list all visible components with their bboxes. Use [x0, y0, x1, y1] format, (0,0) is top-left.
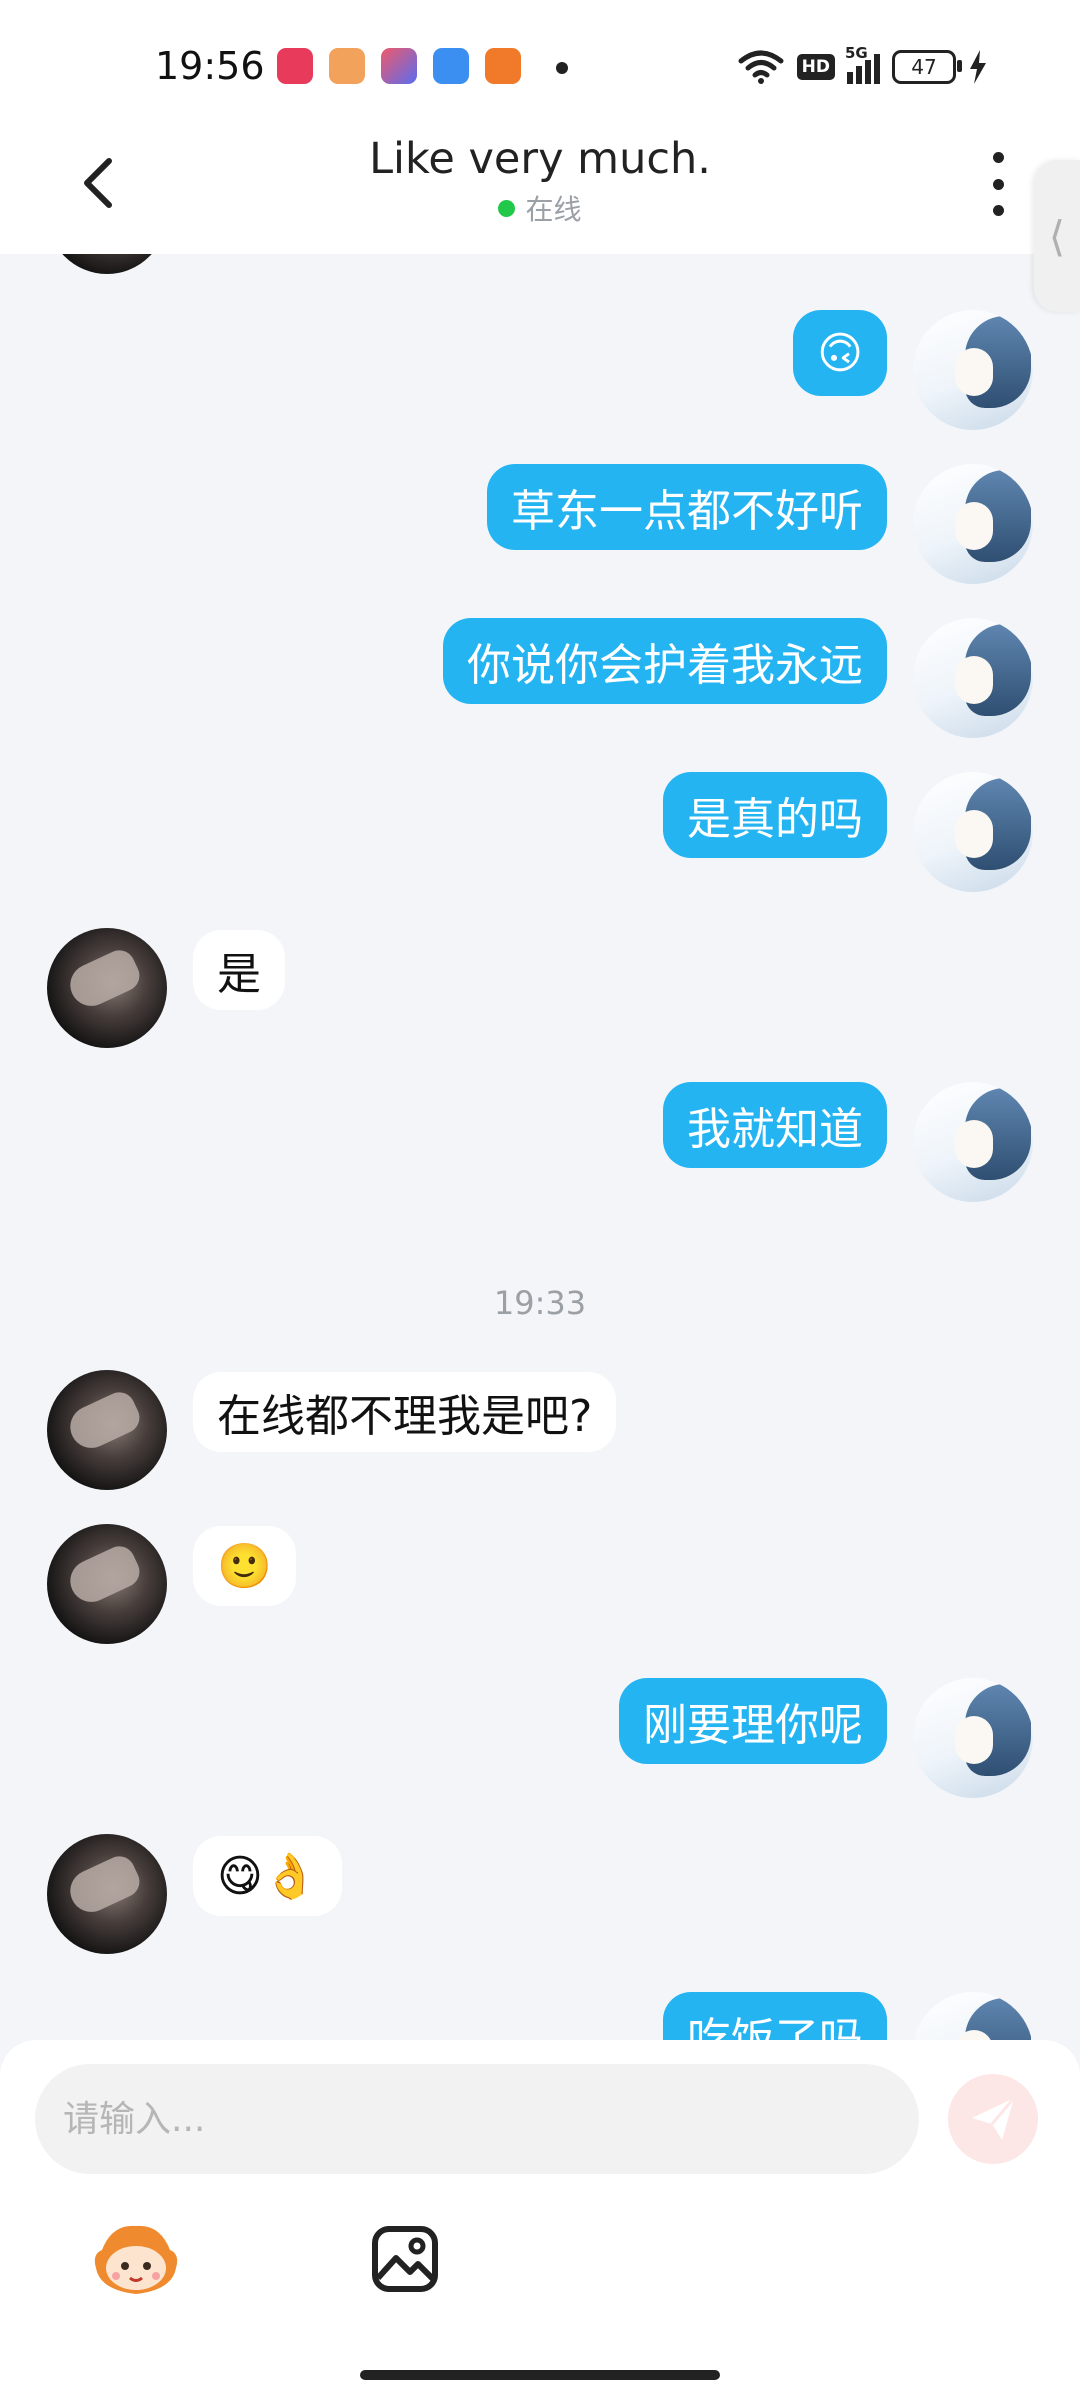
contact-avatar[interactable]: [47, 928, 167, 1048]
message-timestamp: 19:33: [493, 1284, 587, 1322]
received-message-bubble[interactable]: 😋👌: [193, 1836, 342, 1916]
charging-icon: [970, 50, 986, 84]
online-status-text: 在线: [525, 193, 582, 226]
more-dot-icon: [992, 178, 1004, 190]
tools-app-icon: [381, 48, 417, 84]
my-avatar[interactable]: [913, 464, 1033, 584]
more-dot-icon: [992, 205, 1004, 216]
my-avatar[interactable]: [913, 1992, 1033, 2040]
received-message-bubble[interactable]: 🙂: [193, 1526, 296, 1606]
wifi-icon: [738, 50, 784, 84]
message-input[interactable]: [35, 2064, 919, 2174]
my-avatar[interactable]: [913, 618, 1033, 738]
my-avatar[interactable]: [913, 1678, 1033, 1798]
sent-message-bubble[interactable]: 你说你会护着我永远: [443, 618, 887, 704]
received-message-bubble[interactable]: 是: [193, 930, 285, 1010]
more-dot-icon: [992, 152, 1004, 163]
status-indicators: HD 5G 47: [737, 42, 988, 92]
status-time: 19:56: [155, 44, 265, 88]
online-dot-icon: [498, 199, 516, 217]
chat-title: Like very much.: [369, 134, 711, 184]
my-avatar[interactable]: [913, 772, 1033, 892]
chat-header: Like very much. 在线: [0, 130, 1080, 254]
image-icon: [372, 2226, 438, 2292]
sent-message-bubble[interactable]: 草东一点都不好听: [487, 464, 887, 550]
contact-avatar[interactable]: [47, 1834, 167, 1954]
book-app-icon: [485, 48, 521, 84]
send-button[interactable]: [948, 2074, 1038, 2164]
sent-message-bubble[interactable]: 是真的吗: [663, 772, 887, 858]
message-list[interactable]: 🙃 草东一点都不好听 你说你会护着我永远 是真的吗 是 我就知道 19:33 在…: [0, 254, 1080, 2040]
contact-avatar[interactable]: [47, 1370, 167, 1490]
sticker-mascot-button[interactable]: [92, 2220, 180, 2300]
sent-message-bubble[interactable]: 🙃: [793, 310, 887, 396]
status-bar: 19:56 HD 5G 47: [0, 0, 1080, 130]
sent-message-bubble[interactable]: 我就知道: [663, 1082, 887, 1168]
music-app-icon: [277, 48, 313, 84]
more-options-button[interactable]: [978, 152, 1018, 216]
game-app-icon: [329, 48, 365, 84]
contact-avatar[interactable]: [47, 254, 167, 274]
home-indicator[interactable]: [360, 2370, 720, 2380]
feather-app-icon: [433, 48, 469, 84]
my-avatar[interactable]: [913, 1082, 1033, 1202]
my-avatar[interactable]: [913, 310, 1033, 430]
mascot-sticker-icon: [94, 2225, 178, 2294]
battery-level: 47: [911, 55, 937, 79]
more-notifications-icon: [556, 62, 568, 74]
send-paper-plane-icon: [972, 2097, 1016, 2140]
contact-avatar[interactable]: [47, 1524, 167, 1644]
hd-icon: HD: [796, 54, 835, 80]
sent-message-bubble[interactable]: 刚要理你呢: [619, 1678, 887, 1764]
online-status: 在线: [0, 188, 1080, 228]
composer-panel: [0, 2040, 1080, 2400]
received-message-bubble[interactable]: 在线都不理我是吧?: [193, 1372, 617, 1452]
image-picker-button[interactable]: [370, 2224, 440, 2294]
signal-icon: 5G: [845, 44, 880, 84]
battery-icon: 47: [892, 50, 962, 84]
sent-message-bubble[interactable]: 吃饭了吗: [663, 1992, 887, 2040]
network-type-label: 5G: [845, 44, 868, 62]
